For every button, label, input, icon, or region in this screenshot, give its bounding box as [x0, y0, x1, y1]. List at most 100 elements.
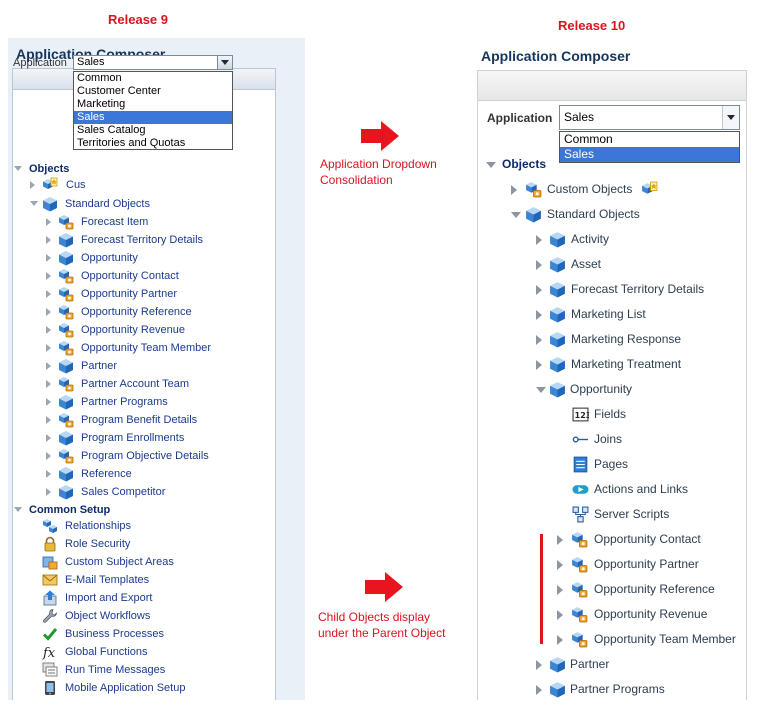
- expand-arrow-icon[interactable]: [536, 360, 542, 370]
- tree-item-label: Marketing Treatment: [571, 357, 682, 371]
- cube-icon: [549, 356, 566, 373]
- expand-arrow-icon[interactable]: [46, 362, 51, 370]
- collapse-arrow-icon[interactable]: [486, 162, 496, 168]
- expand-arrow-icon[interactable]: [46, 470, 51, 478]
- expand-arrow-icon[interactable]: [46, 272, 51, 280]
- release-10-label: Release 10: [558, 18, 626, 33]
- tree-item-label: Sales Competitor: [81, 486, 166, 498]
- tree-item-label: Forecast Item: [81, 216, 149, 228]
- dropdown-option-customer-center[interactable]: Customer Center: [74, 85, 232, 98]
- expand-arrow-icon[interactable]: [46, 488, 51, 496]
- expand-arrow-icon[interactable]: [511, 185, 517, 195]
- dropdown-option-common[interactable]: Common: [560, 132, 739, 147]
- tree-item-label: Opportunity Partner: [594, 557, 699, 571]
- expand-arrow-icon[interactable]: [536, 285, 542, 295]
- expand-arrow-icon[interactable]: [46, 308, 51, 316]
- expand-arrow-icon[interactable]: [536, 685, 542, 695]
- cube-group-icon: [571, 531, 588, 548]
- cube-group-icon: [58, 412, 74, 428]
- application-select[interactable]: Sales: [73, 55, 233, 70]
- tree-item-label: Standard Objects: [547, 207, 640, 221]
- annotation-line: Application Dropdown: [320, 157, 437, 171]
- dropdown-option-sales[interactable]: Sales: [560, 147, 739, 162]
- tree-item-label: Role Security: [65, 538, 131, 550]
- cube-icon: [549, 656, 566, 673]
- tree-item-label: Opportunity Reference: [81, 306, 192, 318]
- cube-icon: [58, 466, 74, 482]
- cube-group-icon: [525, 181, 542, 198]
- tree-item-label: Program Benefit Details: [81, 414, 198, 426]
- application-label: Application: [487, 111, 553, 125]
- expand-arrow-icon[interactable]: [46, 236, 51, 244]
- expand-arrow-icon[interactable]: [46, 434, 51, 442]
- dropdown-option-territories-and-quotas[interactable]: Territories and Quotas: [74, 137, 232, 150]
- cube-group-icon: [58, 286, 74, 302]
- expand-arrow-icon[interactable]: [557, 585, 563, 595]
- tree-item-label: Opportunity Revenue: [594, 607, 708, 621]
- expand-arrow-icon[interactable]: [30, 181, 35, 189]
- joins-icon: [572, 431, 589, 448]
- envelope-icon: [42, 572, 58, 588]
- dropdown-option-sales[interactable]: Sales: [74, 111, 232, 124]
- tree-item-label: Partner Account Team: [81, 378, 190, 390]
- cube-icon: [549, 681, 566, 698]
- dropdown-option-common[interactable]: Common: [74, 72, 232, 85]
- application-select[interactable]: Sales: [559, 105, 740, 130]
- dropdown-option-marketing[interactable]: Marketing: [74, 98, 232, 111]
- expand-arrow-icon[interactable]: [46, 290, 51, 298]
- chevron-down-icon[interactable]: [722, 106, 739, 129]
- cube-icon: [525, 206, 542, 223]
- collapse-arrow-icon[interactable]: [30, 201, 38, 206]
- tree-item-label: Forecast Territory Details: [81, 234, 204, 246]
- tree-item-label: Mobile Application Setup: [65, 682, 186, 694]
- cube-icon: [58, 484, 74, 500]
- cube-group-icon: [58, 322, 74, 338]
- expand-arrow-icon[interactable]: [536, 335, 542, 345]
- collapse-arrow-icon[interactable]: [14, 507, 22, 512]
- expand-arrow-icon[interactable]: [557, 635, 563, 645]
- svg-text:123: 123: [575, 411, 589, 420]
- cube-icon: [42, 196, 58, 212]
- tree-item-label: Asset: [571, 257, 602, 271]
- expand-arrow-icon[interactable]: [46, 416, 51, 424]
- tree-item-label: Partner Programs: [570, 682, 665, 696]
- expand-arrow-icon[interactable]: [536, 310, 542, 320]
- page-title: Application Composer: [481, 48, 631, 64]
- cube-icon: [549, 231, 566, 248]
- tree-item-label: Fields: [594, 407, 627, 421]
- tree-item-label: Opportunity: [570, 382, 633, 396]
- tree-item-label: Opportunity Team Member: [81, 342, 212, 354]
- chevron-down-icon[interactable]: [217, 56, 232, 69]
- tree-item-label: Opportunity Revenue: [81, 324, 185, 336]
- tree-item-label: Objects: [502, 157, 547, 171]
- expand-arrow-icon[interactable]: [557, 560, 563, 570]
- expand-arrow-icon[interactable]: [46, 398, 51, 406]
- expand-arrow-icon[interactable]: [46, 452, 51, 460]
- tree-item-label: Partner: [570, 657, 610, 671]
- expand-arrow-icon[interactable]: [536, 235, 542, 245]
- collapse-arrow-icon[interactable]: [14, 166, 22, 171]
- tree-item-label: Program Enrollments: [81, 432, 185, 444]
- expand-arrow-icon[interactable]: [46, 344, 51, 352]
- expand-arrow-icon[interactable]: [557, 610, 563, 620]
- cube-new-icon[interactable]: [641, 181, 658, 198]
- expand-arrow-icon[interactable]: [46, 254, 51, 262]
- expand-arrow-icon[interactable]: [46, 326, 51, 334]
- pages-icon: [572, 456, 589, 473]
- tree-item-label: Custom Objects: [547, 182, 633, 196]
- cube-group-icon: [58, 340, 74, 356]
- expand-arrow-icon[interactable]: [46, 218, 51, 226]
- tree-item-label: Import and Export: [65, 592, 153, 604]
- collapse-arrow-icon[interactable]: [536, 387, 546, 393]
- tree-item-label: E-Mail Templates: [65, 574, 150, 586]
- expand-arrow-icon[interactable]: [536, 260, 542, 270]
- annotation-line: under the Parent Object: [318, 626, 446, 640]
- dropdown-option-sales-catalog[interactable]: Sales Catalog: [74, 124, 232, 137]
- expand-arrow-icon[interactable]: [557, 535, 563, 545]
- collapse-arrow-icon[interactable]: [511, 212, 521, 218]
- expand-arrow-icon[interactable]: [536, 660, 542, 670]
- cube-icon: [58, 430, 74, 446]
- expand-arrow-icon[interactable]: [46, 380, 51, 388]
- tree-item-label: Marketing Response: [571, 332, 682, 346]
- tree-item-label: Objects: [29, 163, 70, 175]
